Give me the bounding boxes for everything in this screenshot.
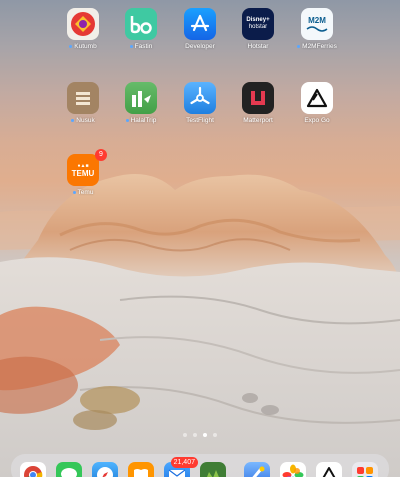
m2m-ferries-icon: M2M <box>301 8 333 40</box>
page-dot[interactable] <box>193 433 197 437</box>
kutumb-icon <box>67 8 99 40</box>
testflight-icon <box>184 82 216 114</box>
mail-icon[interactable]: 21,407 <box>164 457 198 477</box>
books-icon[interactable] <box>128 462 154 477</box>
temu-icon-text: TEMU <box>71 168 95 178</box>
matterport-icon <box>242 82 274 114</box>
m2m-icon-text: M2M <box>308 15 326 25</box>
notification-badge: 9 <box>95 149 107 161</box>
app-label: Temu <box>45 189 121 196</box>
temu-icon: ●▲■ TEMU <box>67 154 99 186</box>
page-dot[interactable] <box>183 433 187 437</box>
nusuk-icon <box>67 82 99 114</box>
halaltrip-icon <box>125 82 157 114</box>
xcode-icon[interactable] <box>244 462 270 477</box>
hotstar-icon-text: hotstar <box>248 24 268 30</box>
app-expo-go[interactable]: Expo Go <box>279 82 355 124</box>
app-m2m-ferries[interactable]: M2M M2MFerries <box>279 8 355 50</box>
mail-badge: 21,407 <box>170 457 198 468</box>
page-indicator[interactable] <box>0 433 400 437</box>
wallpaper-image <box>0 174 400 477</box>
home-screen: Kutumb Fastin Developer Disney+ hotstar … <box>0 0 400 477</box>
hotstar-icon-text: Disney+ <box>246 17 270 23</box>
chrome-icon[interactable] <box>20 462 46 477</box>
page-dot-current[interactable] <box>203 433 207 437</box>
developer-icon <box>184 8 216 40</box>
dock: 21,407 <box>11 454 389 477</box>
photos-icon[interactable] <box>280 462 306 477</box>
expo-dock-icon[interactable] <box>316 462 342 477</box>
app-temu[interactable]: 9 ●▲■ TEMU Temu <box>45 149 121 196</box>
safari-icon[interactable] <box>92 462 118 477</box>
messages-icon[interactable] <box>56 462 82 477</box>
app-library-icon[interactable] <box>352 462 378 477</box>
app-label: Expo Go <box>304 117 330 124</box>
expo-go-icon <box>301 82 333 114</box>
page-dot[interactable] <box>213 433 217 437</box>
hotstar-icon: Disney+ hotstar <box>242 8 274 40</box>
folder-app-icon[interactable] <box>200 462 226 477</box>
fastin-icon <box>125 8 157 40</box>
app-label: M2MFerries <box>279 43 355 50</box>
